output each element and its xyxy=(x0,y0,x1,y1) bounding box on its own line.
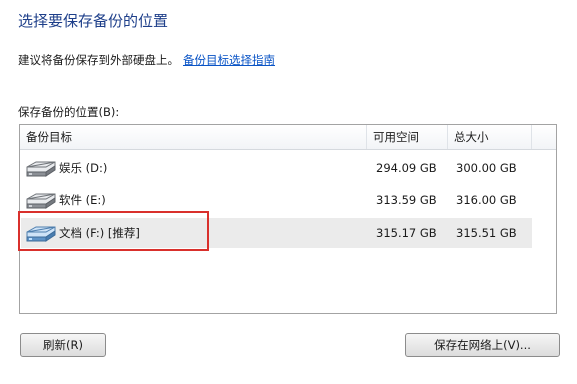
hard-drive-icon xyxy=(26,161,56,177)
list-item-drive-e[interactable]: 软件 (E:) 313.59 GB 316.00 GB xyxy=(21,185,532,215)
backup-location-label: 保存备份的位置(B): xyxy=(18,105,120,119)
hint-text: 建议将备份保存到外部硬盘上。 xyxy=(18,53,179,67)
save-on-network-button[interactable]: 保存在网络上(V)... xyxy=(405,333,560,357)
list-item-drive-f[interactable]: 文档 (F:) [推荐] 315.17 GB 315.51 GB xyxy=(21,218,532,248)
backup-guide-link[interactable]: 备份目标选择指南 xyxy=(183,53,275,67)
backup-location-list[interactable]: 备份目标 可用空间 总大小 娱乐 (D:) 294.09 GB 300.00 G… xyxy=(19,124,557,314)
column-header-available[interactable]: 可用空间 xyxy=(367,125,448,149)
column-header-filler xyxy=(532,125,556,149)
drive-name: 文档 (F:) [推荐] xyxy=(59,226,140,240)
drive-total-size: 315.51 GB xyxy=(456,226,517,240)
hard-drive-icon xyxy=(26,193,56,209)
page-title: 选择要保存备份的位置 xyxy=(18,12,169,30)
drive-available-space: 294.09 GB xyxy=(376,161,437,175)
column-header-total[interactable]: 总大小 xyxy=(448,125,532,149)
drive-available-space: 313.59 GB xyxy=(376,193,437,207)
drive-available-space: 315.17 GB xyxy=(376,226,437,240)
list-header: 备份目标 可用空间 总大小 xyxy=(20,125,556,150)
hint-line: 建议将备份保存到外部硬盘上。 备份目标选择指南 xyxy=(18,52,275,68)
list-item-drive-d[interactable]: 娱乐 (D:) 294.09 GB 300.00 GB xyxy=(21,153,532,183)
drive-name: 娱乐 (D:) xyxy=(59,161,108,175)
refresh-button[interactable]: 刷新(R) xyxy=(20,333,106,357)
drive-total-size: 300.00 GB xyxy=(456,161,517,175)
drive-total-size: 316.00 GB xyxy=(456,193,517,207)
column-header-target[interactable]: 备份目标 xyxy=(20,125,367,149)
hard-drive-icon xyxy=(26,226,56,242)
drive-name: 软件 (E:) xyxy=(59,193,106,207)
